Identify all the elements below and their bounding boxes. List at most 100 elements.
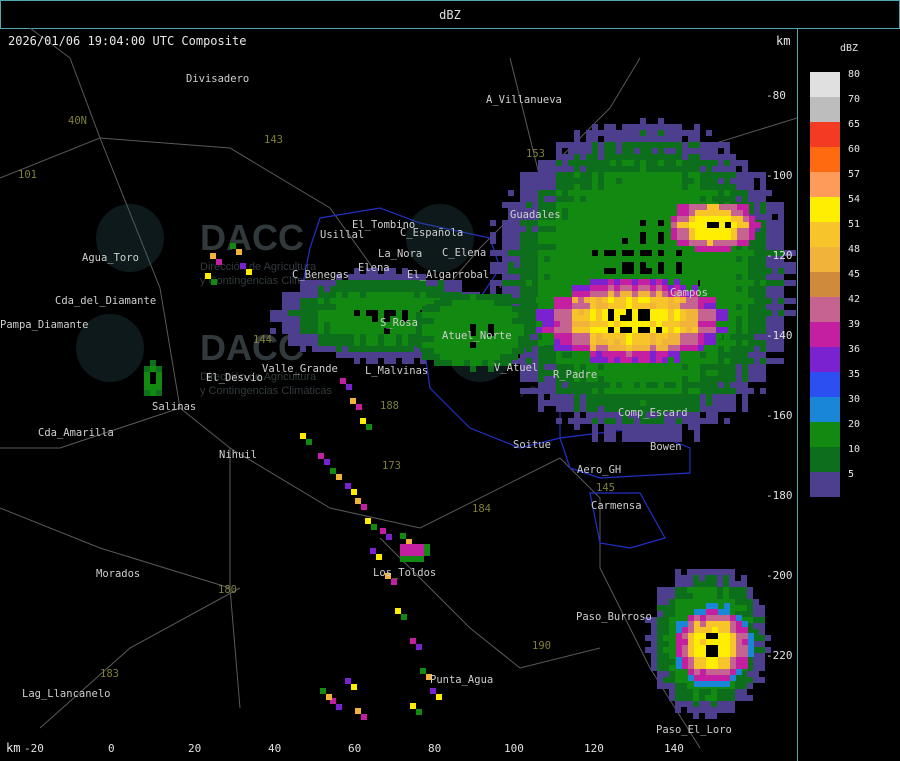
echo-cell bbox=[730, 364, 736, 370]
echo-cell bbox=[508, 190, 514, 196]
echo-cell bbox=[742, 172, 748, 178]
echo-cell bbox=[580, 220, 586, 226]
echo-cell bbox=[526, 280, 532, 286]
echo-cell bbox=[712, 184, 718, 190]
echo-cell bbox=[470, 294, 476, 300]
echo-cell bbox=[634, 124, 640, 130]
echo-cell bbox=[669, 587, 675, 593]
legend-swatch-5 bbox=[810, 472, 840, 497]
echo-cell bbox=[144, 372, 150, 378]
echo-cell bbox=[628, 172, 634, 178]
echo-cell bbox=[578, 339, 584, 345]
echo-cell bbox=[598, 376, 604, 382]
echo-cell bbox=[700, 376, 706, 382]
radar-map[interactable]: DACC Dirección de Agricultura y Contingenc… bbox=[0, 28, 798, 761]
echo-cell bbox=[550, 394, 556, 400]
echo-cell bbox=[646, 172, 652, 178]
echo-cell bbox=[568, 196, 574, 202]
echo-cell bbox=[652, 400, 658, 406]
echo-cell bbox=[482, 300, 488, 306]
echo-cell bbox=[520, 172, 526, 178]
echo-cell bbox=[700, 651, 706, 657]
place-label: Salinas bbox=[152, 401, 197, 413]
echo-cell bbox=[610, 202, 616, 208]
echo-cell bbox=[687, 569, 693, 575]
echo-cell bbox=[482, 360, 488, 366]
echo-cell bbox=[620, 309, 626, 315]
color-legend: dBZ 80 70 65 60 57 54 51 48 45 42 39 36 35 30 20 10 5 bbox=[798, 28, 900, 761]
echo-cell bbox=[562, 394, 568, 400]
echo-cell bbox=[717, 707, 723, 713]
echo-cell bbox=[348, 328, 354, 334]
echo-cell bbox=[340, 378, 346, 384]
echo-cell bbox=[730, 184, 736, 190]
echo-cell bbox=[766, 310, 772, 316]
echo-cell bbox=[730, 400, 736, 406]
echo-cell bbox=[640, 214, 646, 220]
echo-cell bbox=[766, 226, 772, 232]
echo-cell bbox=[560, 291, 566, 297]
echo-cell bbox=[748, 274, 754, 280]
echo-cell bbox=[458, 306, 464, 312]
echo-cell bbox=[354, 274, 360, 280]
echo-cell bbox=[724, 639, 730, 645]
echo-cell bbox=[574, 136, 580, 142]
echo-cell bbox=[610, 430, 616, 436]
echo-cell bbox=[664, 268, 670, 274]
echo-cell bbox=[632, 357, 638, 363]
echo-cell bbox=[578, 303, 584, 309]
echo-cell bbox=[760, 232, 766, 238]
echo-cell bbox=[742, 322, 748, 328]
echo-cell bbox=[626, 363, 632, 369]
echo-cell bbox=[640, 166, 646, 172]
echo-cell bbox=[494, 342, 500, 348]
echo-cell bbox=[622, 226, 628, 232]
echo-cell bbox=[532, 250, 538, 256]
echo-cell bbox=[705, 593, 711, 599]
echo-cell bbox=[614, 279, 620, 285]
echo-cell bbox=[592, 208, 598, 214]
echo-cell bbox=[288, 334, 294, 340]
echo-cell bbox=[646, 250, 652, 256]
echo-cell bbox=[592, 202, 598, 208]
echo-cell bbox=[640, 370, 646, 376]
echo-cell bbox=[717, 695, 723, 701]
echo-cell bbox=[716, 321, 722, 327]
echo-cell bbox=[688, 651, 694, 657]
echo-cell bbox=[496, 262, 502, 268]
echo-cell bbox=[372, 346, 378, 352]
echo-cell bbox=[656, 315, 662, 321]
echo-cell bbox=[428, 306, 434, 312]
echo-cell bbox=[354, 298, 360, 304]
echo-cell bbox=[658, 220, 664, 226]
echo-cell bbox=[408, 298, 414, 304]
echo-cell bbox=[282, 328, 288, 334]
echo-cell bbox=[646, 400, 652, 406]
echo-cell bbox=[556, 154, 562, 160]
echo-cell bbox=[681, 599, 687, 605]
echo-cell bbox=[632, 315, 638, 321]
echo-cell bbox=[646, 220, 652, 226]
echo-cell bbox=[675, 593, 681, 599]
echo-cell bbox=[688, 627, 694, 633]
echo-cell bbox=[372, 286, 378, 292]
echo-cell bbox=[610, 364, 616, 370]
echo-cell bbox=[640, 160, 646, 166]
echo-cell bbox=[282, 298, 288, 304]
echo-cell bbox=[578, 327, 584, 333]
echo-cell bbox=[554, 297, 560, 303]
echo-cell bbox=[693, 581, 699, 587]
echo-cell bbox=[682, 382, 688, 388]
echo-cell bbox=[664, 388, 670, 394]
echo-cell bbox=[408, 334, 414, 340]
place-label: Soitue bbox=[513, 439, 551, 451]
echo-cell bbox=[742, 304, 748, 310]
echo-cell bbox=[542, 339, 548, 345]
echo-cell bbox=[644, 285, 650, 291]
echo-cell bbox=[730, 340, 736, 346]
echo-cell bbox=[670, 142, 676, 148]
echo-cell bbox=[568, 418, 574, 424]
echo-cell bbox=[586, 130, 592, 136]
echo-cell bbox=[604, 196, 610, 202]
echo-cell bbox=[586, 160, 592, 166]
